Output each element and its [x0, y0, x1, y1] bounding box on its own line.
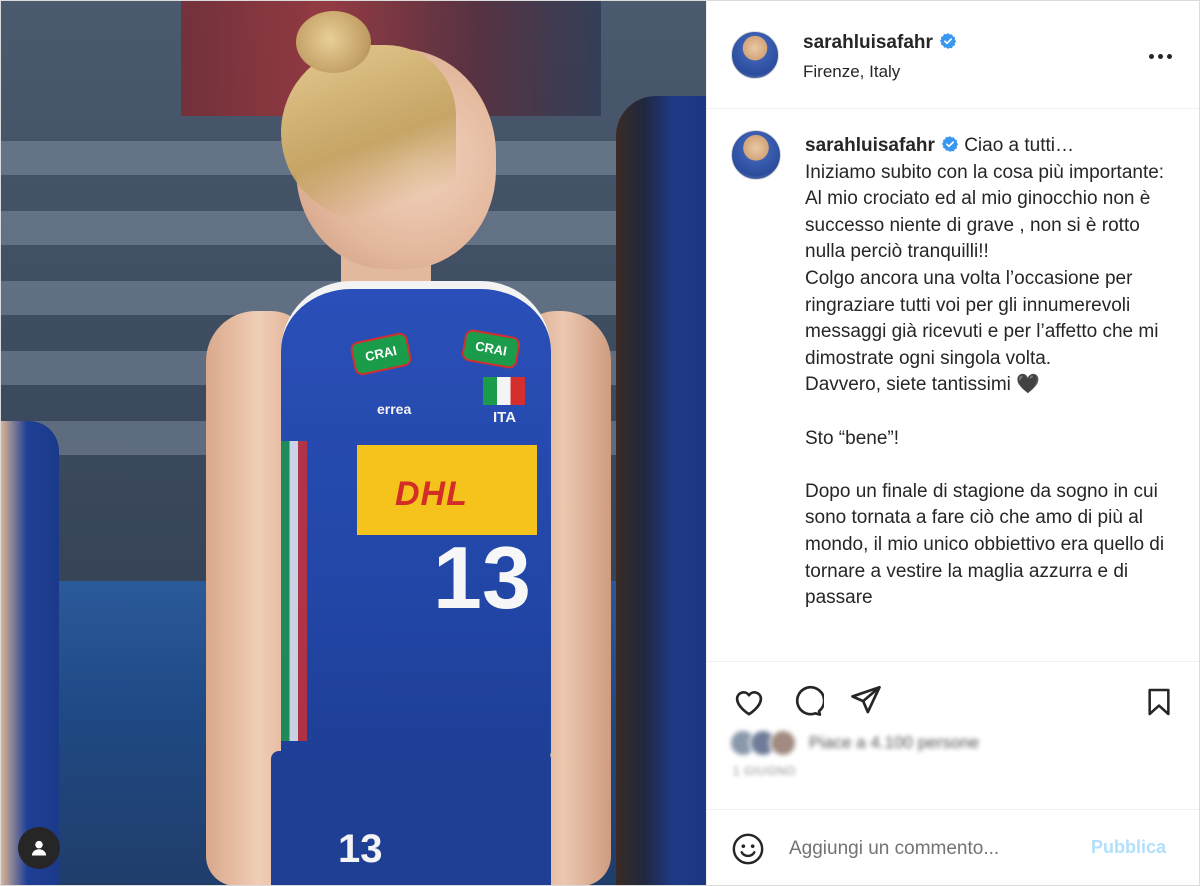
user-tag-icon[interactable]: [18, 827, 60, 869]
post-date: 1 GIUGNO: [733, 764, 796, 778]
player-hair: [281, 45, 456, 220]
avatar[interactable]: [731, 130, 781, 180]
verified-badge-icon: [939, 33, 957, 49]
shorts-number: 13: [338, 827, 383, 871]
avatar[interactable]: [731, 31, 779, 79]
jersey-tricolor-stripe: [281, 441, 307, 741]
bookmark-icon[interactable]: [1139, 682, 1179, 722]
italy-flag: [483, 377, 525, 405]
post-side-panel: sarahluisafahr Firenze, Italy sarahluisa…: [706, 1, 1199, 885]
post-actions: Piace a 4.100 persone 1 GIUGNO: [707, 661, 1199, 809]
share-icon[interactable]: [846, 680, 886, 720]
jersey-sponsor-dhl: DHL: [357, 445, 537, 535]
header-username[interactable]: sarahluisafahr: [803, 32, 957, 54]
header-location[interactable]: Firenze, Italy: [803, 62, 900, 82]
avatar: [769, 729, 797, 757]
post-photo[interactable]: CRAI CRAI errea ITA DHL 13 13: [1, 1, 706, 885]
jersey-country: ITA: [493, 409, 517, 426]
comment-bar: Pubblica: [707, 809, 1199, 885]
verified-badge-icon: [941, 136, 959, 152]
player-hair-bun: [296, 11, 371, 73]
caption-area: sarahluisafahr Ciao a tutti… Iniziamo su…: [707, 110, 1199, 660]
post-header: sarahluisafahr Firenze, Italy: [707, 1, 1199, 109]
likes-summary[interactable]: Piace a 4.100 persone: [729, 728, 979, 758]
more-options-icon[interactable]: [1145, 41, 1175, 71]
publish-button[interactable]: Pubblica: [1091, 837, 1166, 858]
dhl-label: DHL: [395, 475, 468, 513]
comment-icon[interactable]: [787, 682, 827, 722]
heart-icon[interactable]: [729, 682, 769, 722]
comment-input[interactable]: [789, 834, 1089, 864]
teammate-right: [616, 96, 706, 885]
teammate-left: [1, 421, 59, 885]
player-shorts: [271, 751, 551, 885]
jersey-number: 13: [433, 528, 531, 627]
post-modal: CRAI CRAI errea ITA DHL 13 13 sarahluisa…: [0, 0, 1200, 886]
jersey-maker: errea: [377, 401, 412, 417]
likes-count[interactable]: Piace a 4.100 persone: [809, 733, 979, 753]
header-username-text[interactable]: sarahluisafahr: [803, 32, 933, 53]
caption-text: Ciao a tutti… Iniziamo subito con la cos…: [805, 135, 1165, 609]
liker-avatars: [729, 729, 799, 757]
caption: sarahluisafahr Ciao a tutti… Iniziamo su…: [805, 133, 1170, 612]
caption-username[interactable]: sarahluisafahr: [805, 135, 935, 156]
emoji-icon[interactable]: [729, 830, 767, 868]
player-figure: CRAI CRAI errea ITA DHL 13 13: [201, 11, 621, 885]
